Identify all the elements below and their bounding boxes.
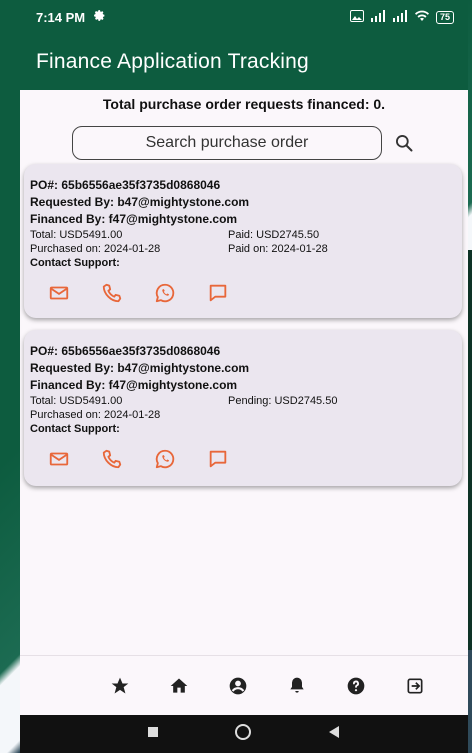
- search-row: Search purchase order: [20, 126, 468, 160]
- system-navigation: [20, 715, 468, 753]
- total-amount: Total: USD5491.00: [30, 395, 123, 407]
- requested-by: Requested By: b47@mightystone.com: [30, 361, 250, 375]
- signal-icon-2: [392, 9, 408, 25]
- po-number: PO#: 65b6556ae35f3735d0868046: [30, 344, 221, 358]
- pending-amount: Pending: USD2745.50: [228, 395, 338, 407]
- status-bar: 7:14 PM 75: [20, 0, 468, 34]
- requested-by: Requested By: b47@mightystone.com: [30, 195, 250, 209]
- bell-icon[interactable]: [285, 674, 309, 698]
- chat-icon[interactable]: [207, 282, 229, 304]
- page-title: Finance Application Tracking: [36, 50, 309, 73]
- signal-icon: [370, 9, 386, 25]
- search-icon[interactable]: [392, 131, 416, 155]
- home-icon[interactable]: [167, 674, 191, 698]
- back-icon[interactable]: [327, 725, 341, 744]
- home-button-icon[interactable]: [234, 723, 252, 746]
- order-card[interactable]: PO#: 65b6556ae35f3735d0868046 Requested …: [24, 164, 462, 318]
- contact-actions: [30, 282, 462, 304]
- order-card[interactable]: PO#: 65b6556ae35f3735d0868046 Requested …: [24, 330, 462, 486]
- date-row: Purchased on: 2024-01-28: [30, 408, 462, 422]
- purchased-date: Purchased on: 2024-01-28: [30, 409, 161, 421]
- email-icon[interactable]: [48, 448, 70, 470]
- financed-summary: Total purchase order requests financed: …: [102, 96, 386, 112]
- app-bar: Finance Application Tracking: [20, 34, 468, 90]
- wifi-icon: [414, 10, 430, 25]
- date-row: Purchased on: 2024-01-28 Paid on: 2024-0…: [30, 242, 462, 256]
- whatsapp-icon[interactable]: [154, 448, 176, 470]
- gallery-icon: [349, 9, 364, 25]
- paid-date: Paid on: 2024-01-28: [228, 243, 328, 255]
- amount-row: Total: USD5491.00 Paid: USD2745.50: [30, 228, 462, 242]
- contact-actions: [30, 448, 462, 470]
- financed-by: Financed By: f47@mightystone.com: [30, 212, 238, 226]
- purchased-date: Purchased on: 2024-01-28: [30, 243, 161, 255]
- paid-amount: Paid: USD2745.50: [228, 229, 320, 241]
- contact-support-label: Contact Support:: [30, 257, 120, 269]
- account-icon[interactable]: [226, 674, 250, 698]
- phone-screen: 7:14 PM 75 Finance Application Tracking …: [20, 0, 468, 753]
- financed-by: Financed By: f47@mightystone.com: [30, 378, 238, 392]
- settings-icon: [93, 9, 106, 25]
- recents-icon[interactable]: [147, 725, 159, 743]
- star-icon[interactable]: [108, 674, 132, 698]
- bottom-nav: [20, 655, 468, 715]
- chat-icon[interactable]: [207, 448, 229, 470]
- phone-icon[interactable]: [101, 282, 123, 304]
- whatsapp-icon[interactable]: [154, 282, 176, 304]
- battery-indicator: 75: [435, 10, 454, 24]
- po-number: PO#: 65b6556ae35f3735d0868046: [30, 178, 221, 192]
- help-icon[interactable]: [344, 674, 368, 698]
- search-input[interactable]: Search purchase order: [72, 126, 382, 160]
- phone-icon[interactable]: [101, 448, 123, 470]
- email-icon[interactable]: [48, 282, 70, 304]
- amount-row: Total: USD5491.00 Pending: USD2745.50: [30, 394, 462, 408]
- status-time: 7:14 PM: [36, 9, 86, 25]
- total-amount: Total: USD5491.00: [30, 229, 123, 241]
- contact-support-label: Contact Support:: [30, 423, 120, 435]
- logout-icon[interactable]: [403, 674, 427, 698]
